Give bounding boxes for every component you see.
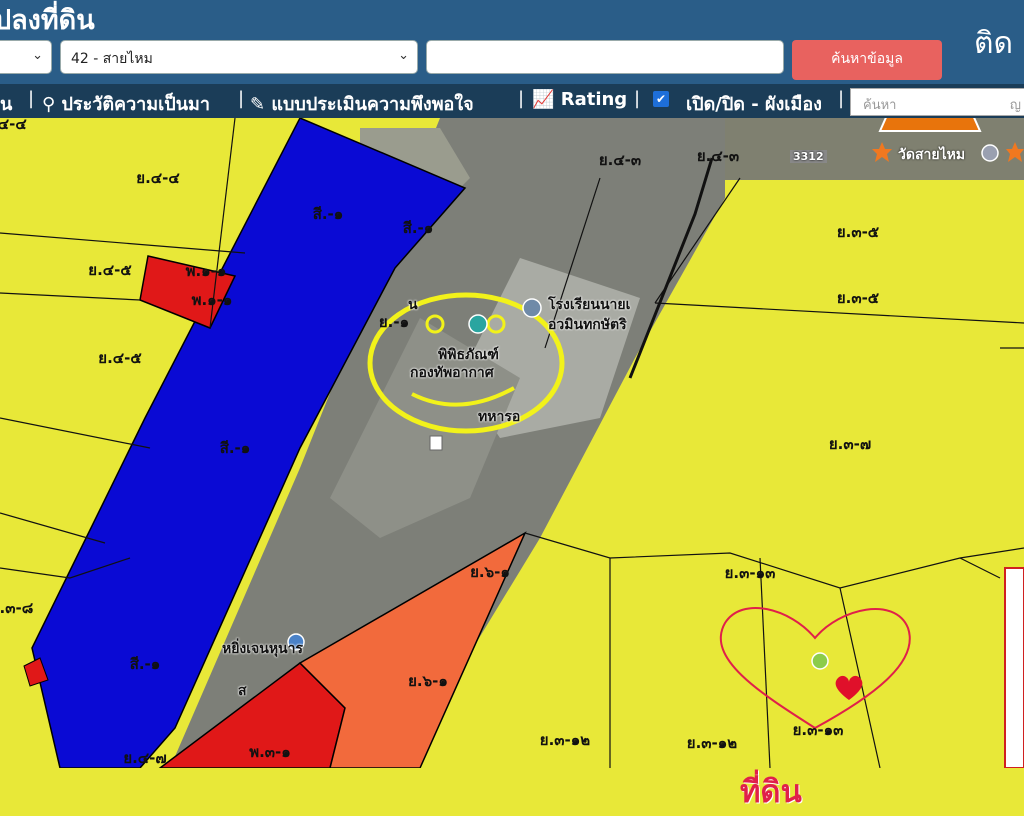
menu-item-history-label: ประวัติความเป็นมา	[61, 94, 211, 115]
history-icon: ⚲	[42, 94, 56, 115]
page-title: ปลงที่ดิน	[0, 5, 95, 36]
menu-item-history[interactable]: ⚲ ประวัติความเป็นมา	[42, 89, 210, 118]
poi-label-museum: กองทัพอากาศ	[410, 365, 494, 381]
chart-line-icon: 📈	[532, 89, 555, 110]
layer-toggle-label[interactable]: เปิด/ปิด - ผังเมือง	[686, 89, 822, 118]
poi-label-temple: วัดสายไหม	[898, 147, 966, 163]
zone-label: พ.๑-๑	[191, 291, 233, 309]
menu-item-survey[interactable]: ✎ แบบประเมินความพึงพอใจ	[250, 89, 474, 118]
zone-label: ย.๓-๗	[828, 435, 872, 453]
parcel-marker	[1004, 567, 1024, 768]
zone-label: สี.-๑	[402, 219, 434, 237]
zone-label: ย.๖-๑	[470, 563, 510, 581]
zone-label: ย.๓-๑๓	[792, 721, 844, 739]
zone-label: ย.๓-๕	[836, 289, 880, 307]
zone-label: ย.๖-๑	[408, 672, 448, 690]
zone-label: สี.-๑	[312, 205, 344, 223]
temple-icon	[981, 144, 999, 162]
road-marker-icon	[429, 435, 443, 451]
province-select[interactable]: ⌄	[0, 40, 52, 74]
menu-divider: |	[634, 88, 641, 109]
menu-divider: |	[238, 88, 245, 109]
district-select[interactable]: 42 - สายไหม ⌄	[60, 40, 418, 74]
poi-label-school: อวมินทกษัตริ	[548, 317, 627, 333]
menu-item-rating[interactable]: 📈 Rating	[532, 89, 627, 110]
poi-label: น	[408, 297, 418, 313]
zone-label: ย.๔-๗	[123, 749, 167, 767]
zone-label: ย.๓-๘	[0, 599, 34, 617]
map-pin-icon	[811, 652, 829, 670]
zone-label: ย.๔-๔	[136, 169, 180, 187]
menu-divider: |	[838, 88, 845, 109]
menu-item-survey-label: แบบประเมินความพึงพอใจ	[271, 94, 474, 115]
road-number-label: 3312	[790, 150, 827, 163]
layer-checkbox[interactable]: ✔	[653, 91, 669, 107]
zone-label: ย.๔-๕	[98, 349, 142, 367]
zone-label: ย.๔-๓	[598, 151, 642, 169]
zone-label: พ.๑-๑	[185, 262, 227, 280]
arrow-annotation	[878, 118, 982, 132]
top-header: ปลงที่ดิน ⌄ 42 - สายไหม ⌄ ค้นหาข้อมูล ติ…	[0, 0, 1024, 118]
zoning-map[interactable]: ย.๔-๔ ย.๔-๕ ย.๔-๕ ย.๔-๓ ย.๔-๓ ย.๓-๕ ย.๓-…	[0, 115, 1024, 810]
zone-label: สี.-๑	[219, 439, 251, 457]
map-search-input[interactable]: ค้นหา ญ	[850, 88, 1024, 116]
poi-label: ทหารอ	[478, 409, 521, 425]
menu-item-first[interactable]: น	[0, 89, 12, 118]
map-search-placeholder: ค้นหา	[863, 98, 897, 113]
chevron-down-icon: ⌄	[398, 48, 409, 63]
zone-label: ย.๔-๕	[88, 261, 132, 279]
zone-label: ย.๔-๓	[696, 147, 740, 165]
poi-label: หยิ่งเจนหุนาร	[222, 641, 304, 657]
search-input[interactable]	[426, 40, 784, 74]
zone-label: ย.๓-๑๓	[724, 564, 776, 582]
zone-label: สี.-๑	[129, 655, 161, 673]
menu-divider: |	[518, 88, 525, 109]
menu-divider: |	[28, 88, 35, 109]
poi-label: ส	[238, 683, 247, 699]
district-select-value: 42 - สายไหม	[71, 51, 153, 67]
poi-label-school: โรงเรียนนายเ	[548, 297, 631, 313]
school-icon	[522, 298, 542, 318]
survey-icon: ✎	[250, 94, 266, 115]
menu-item-rating-label: Rating	[560, 89, 628, 110]
search-button[interactable]: ค้นหาข้อมูล	[792, 40, 942, 80]
chevron-down-icon: ⌄	[32, 48, 43, 63]
zone-label: ย.๓-๕	[836, 223, 880, 241]
zone-label: พ.๓-๑	[249, 743, 291, 761]
map-search-tail: ญ	[1009, 98, 1021, 113]
zone-label: ย.๓-๑๒	[539, 731, 591, 749]
land-annotation-text: ที่ดิน	[740, 774, 802, 810]
museum-icon	[468, 314, 488, 334]
contact-link[interactable]: ติด	[974, 20, 1013, 67]
zone-label: ย.๓-๑๒	[686, 734, 738, 752]
zone-label: ย.-๑	[378, 313, 410, 331]
